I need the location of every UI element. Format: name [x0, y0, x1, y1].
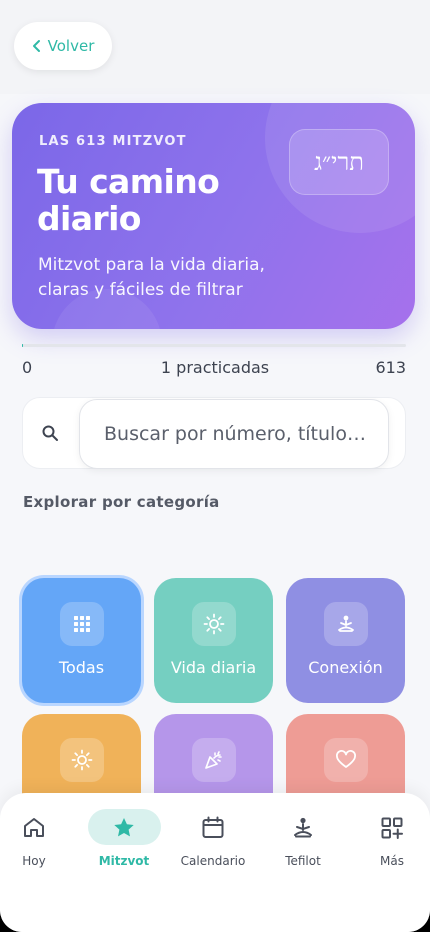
nav-item-prayer[interactable]: Tefilot	[263, 793, 343, 884]
heart-icon	[324, 738, 368, 782]
progress-fill	[22, 344, 23, 347]
hero-subtitle: Mitzvot para la vida diaria, claras y fá…	[38, 255, 265, 300]
chevron-left-icon	[32, 40, 40, 52]
nav-label: Más	[380, 854, 404, 868]
star-icon	[111, 815, 137, 841]
party-popper-icon	[192, 738, 236, 782]
hero-kicker: LAS 613 MITZVOT	[39, 134, 187, 149]
grid-icon	[60, 602, 104, 646]
sun-icon	[60, 738, 104, 782]
category-label: Todas	[58, 658, 105, 677]
bottom-nav: Hoy Mitzvot Calendario Tefilot Más	[0, 793, 430, 884]
nav-label: Tefilot	[285, 854, 321, 868]
app-screen: Volver LAS 613 MITZVOT Tu camino diario …	[0, 0, 430, 932]
progress-bar	[22, 344, 406, 347]
category-label: Conexión	[308, 658, 383, 677]
search-box	[22, 397, 406, 469]
meditation-icon	[324, 602, 368, 646]
back-button[interactable]: Volver	[14, 22, 112, 70]
nav-item-home[interactable]: Hoy	[0, 793, 74, 884]
category-tile[interactable]: Todas	[22, 578, 141, 703]
nav-label: Mitzvot	[98, 854, 150, 868]
nav-label: Calendario	[180, 854, 246, 868]
calendar-icon	[200, 815, 226, 841]
home-indicator-area	[0, 884, 430, 932]
prayer-icon	[290, 815, 316, 841]
hebrew-badge: תרי״ג	[289, 129, 389, 195]
progress-max: 613	[375, 358, 406, 377]
hero-card: LAS 613 MITZVOT Tu camino diario Mitzvot…	[12, 103, 415, 329]
nav-label: Hoy	[22, 854, 46, 868]
sun-icon	[192, 602, 236, 646]
nav-item-apps-plus[interactable]: Más	[352, 793, 430, 884]
category-tile[interactable]: Conexión	[286, 578, 405, 703]
back-button-label: Volver	[47, 37, 95, 55]
search-input[interactable]	[79, 399, 389, 469]
apps-plus-icon	[379, 815, 405, 841]
progress-label: 1 practicadas	[160, 358, 270, 377]
category-tile[interactable]: Vida diaria	[154, 578, 273, 703]
search-icon[interactable]	[41, 424, 59, 442]
home-icon	[21, 815, 47, 841]
category-label: Vida diaria	[170, 658, 257, 677]
top-bar: Volver	[0, 0, 430, 94]
nav-item-star[interactable]: Mitzvot	[84, 793, 164, 884]
hero-title: Tu camino diario	[37, 162, 220, 238]
nav-item-calendar[interactable]: Calendario	[173, 793, 253, 884]
section-title: Explorar por categoría	[23, 493, 220, 511]
